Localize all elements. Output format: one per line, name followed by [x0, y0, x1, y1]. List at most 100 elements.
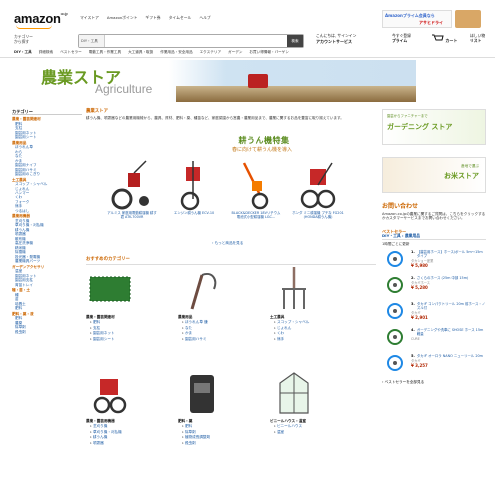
- bestseller-item[interactable]: 4. ガーデニングや洗車に SHOSE ホース 15m 軽量 CURE: [382, 328, 486, 350]
- page: { "header": { "logo": "amazon", "logo_su…: [0, 0, 495, 483]
- sidebar-item[interactable]: 園芸用シート: [12, 135, 82, 139]
- bestseller-rank: 5.: [411, 354, 415, 359]
- tiller-product[interactable]: BLACK&DECKER 18Vリチウム 電池式小型耕運機 LGC…: [230, 159, 282, 220]
- bestseller-name[interactable]: タカギ コンパクトリール 20m 前ホース・ノズル付: [417, 302, 486, 311]
- sidebar-item[interactable]: 農業機具パーツ: [12, 259, 82, 263]
- tiller-name[interactable]: BLACK&DECKER 18Vリチウム 電池式小型耕運機 LGC…: [230, 211, 282, 220]
- prime-menu[interactable]: 今すぐ登録 プライム: [392, 33, 411, 43]
- search-bar: DIY・工具 検索: [78, 34, 304, 48]
- rice-store-banner[interactable]: 産地で選ぶ お米ストア: [382, 157, 486, 193]
- category-cell[interactable]: 農業用品 ほうれん草 鎌 なた かま 園芸用ハサミ: [178, 265, 268, 342]
- sidebar-item[interactable]: 肥料: [12, 306, 82, 310]
- top-link-points[interactable]: Amazonポイント: [107, 15, 138, 21]
- search-category-select[interactable]: DIY・工具: [79, 35, 105, 47]
- sidebar-heading: カテゴリー: [12, 109, 82, 116]
- bestseller-header: 4. ガーデニングや洗車に SHOSE ホース 15m 軽量: [411, 328, 486, 337]
- sidebar-item[interactable]: つるはし: [12, 209, 82, 213]
- hose-reel-image: [382, 328, 408, 346]
- bestseller-rank: 2.: [411, 276, 415, 281]
- garden-tagline: 園芸からファニチャーまで: [387, 114, 428, 118]
- bestseller-price: ¥ 2,901: [411, 314, 428, 320]
- category-image: [86, 265, 176, 313]
- department-button[interactable]: カテゴリー から探す: [14, 34, 74, 44]
- logo-smile-icon: [16, 25, 52, 29]
- account-greeting: こんにちは, サインイン: [316, 33, 357, 38]
- rice-title: お米ストア: [444, 172, 479, 180]
- category-cell[interactable]: ビニールハウス・温室 ビニールハウス 温室: [270, 369, 360, 435]
- sidebar-item[interactable]: 殺虫剤: [12, 330, 82, 334]
- tiller-name[interactable]: ホンダ ミニ耕運機 プチな FG201 (HONDA耕うん機): [292, 211, 344, 220]
- tiller-product[interactable]: アルミス 家庭用電動耕運機 耕す君 ATK-700VR: [106, 159, 158, 220]
- category-link[interactable]: 殺虫剤: [178, 441, 268, 446]
- subnav: DIY・工具 詳細検索 ベストセラー 電動工具・作業工具 大工道具・取扱 作業用…: [0, 48, 495, 58]
- sidebar-item[interactable]: 育苗トレイ: [12, 283, 82, 287]
- subnav-carpentry[interactable]: 大工道具・取扱: [128, 50, 153, 54]
- amazon-logo[interactable]: amazonco.jp: [14, 11, 68, 26]
- category-cell[interactable]: 農業・園芸用機器 芝刈り機 草刈り機・刈払機 耕うん機 噴霧器: [86, 369, 176, 446]
- subnav-deals[interactable]: お買い得情報・バーゲン: [249, 50, 289, 54]
- sidebar-item[interactable]: 園芸用のこぎり: [12, 172, 82, 176]
- tiller-product[interactable]: ホンダ ミニ耕運機 プチな FG201 (HONDA耕うん機): [292, 159, 344, 220]
- header-ad[interactable]: Amazonプライム会員なら アサヒドライ: [382, 10, 452, 28]
- category-link[interactable]: 園芸用シート: [86, 337, 176, 342]
- top-link-help[interactable]: ヘルプ: [199, 15, 210, 21]
- category-title[interactable]: 農業用品: [178, 315, 268, 319]
- category-cell[interactable]: 農業・園芸関連材 肥料 支柱 園芸用ネット 園芸用シート: [86, 265, 176, 342]
- hose-reel-image: [382, 302, 408, 320]
- bestseller-price: ¥ 3,257: [411, 362, 428, 368]
- cart-button[interactable]: カート: [432, 34, 457, 43]
- category-link[interactable]: 園芸用ハサミ: [178, 337, 268, 342]
- bestseller-price: ¥ 5,980: [411, 262, 428, 268]
- search-button[interactable]: 検索: [287, 35, 303, 47]
- tractor-icon: [248, 74, 268, 88]
- gardening-store-banner[interactable]: 園芸からファニチャーまで ガーデニング ストア: [382, 109, 486, 145]
- category-cell[interactable]: 肥料・薬 肥料 除草剤 植物成長調整剤 殺虫剤: [178, 369, 268, 446]
- bestseller-name[interactable]: さくらのホース (25m 中部 15m): [417, 276, 468, 280]
- bestseller-header: 1. 【農芸用ホース】ホース/ボール 5m～15mタイプ: [411, 250, 486, 259]
- bestseller-subtitle[interactable]: DIY・工具 : 農業用品: [382, 233, 486, 240]
- subnav-advanced[interactable]: 詳細検索: [39, 50, 53, 54]
- subnav-garden[interactable]: ガーデン: [228, 50, 242, 54]
- bestseller-name[interactable]: 【農芸用ホース】ホース/ボール 5m～15mタイプ: [417, 250, 486, 259]
- category-sidebar: カテゴリー 農業・園芸関連材 肥料 支柱 園芸用ネット 園芸用シート 農業用品 ほうれん草わ…: [12, 109, 82, 334]
- ad-image[interactable]: [455, 10, 481, 28]
- bestseller-item[interactable]: 1. 【農芸用ホース】ホース/ボール 5m～15mタイプ タカショー産業 ¥ 5,98…: [382, 250, 486, 272]
- feature-title[interactable]: 耕うん機特集: [204, 135, 324, 146]
- tiller-name[interactable]: アルミス 家庭用電動耕運機 耕す君 ATK-700VR: [106, 211, 158, 220]
- bestseller-item[interactable]: 3. タカギ コンパクトリール 20m 前ホース・ノズル付 タカギ ¥ 2,901: [382, 302, 486, 324]
- category-title[interactable]: 農業・園芸関連材: [86, 315, 176, 319]
- top-link-timesale[interactable]: タイムセール: [169, 15, 192, 21]
- subnav-work-supplies[interactable]: 作業用品・安全用品: [160, 50, 192, 54]
- category-link[interactable]: 熊手: [270, 337, 360, 342]
- cart-icon: [432, 34, 444, 41]
- inquiry-title: お問い合わせ: [382, 203, 419, 210]
- category-title[interactable]: 農業・園芸用機器: [86, 419, 176, 423]
- bestseller-name[interactable]: タカギ オーロラ NANO ニューリール 20m: [417, 354, 483, 358]
- subnav-bestseller[interactable]: ベストセラー: [60, 50, 82, 54]
- category-title[interactable]: 土工農具: [270, 315, 360, 319]
- account-menu[interactable]: こんにちは, サインイン アカウントサービス: [316, 33, 380, 44]
- tiller-name[interactable]: エンジン耕うん機 ECV-10: [168, 211, 220, 215]
- category-link[interactable]: 温室: [270, 430, 360, 435]
- category-image: [86, 369, 176, 417]
- bestseller-name[interactable]: ガーデニングや洗車に SHOSE ホース 15m 軽量: [417, 328, 486, 337]
- category-title[interactable]: ビニールハウス・温室: [270, 419, 360, 423]
- more-products-link[interactable]: › もっと商品を見る: [212, 241, 243, 245]
- top-link-mystore[interactable]: マイストア: [80, 15, 99, 21]
- garden-title: ガーデニング ストア: [387, 123, 453, 131]
- top-link-giftcard[interactable]: ギフト券: [145, 15, 160, 21]
- subnav-exterior[interactable]: エクステリア: [200, 50, 221, 54]
- bestseller-item[interactable]: 5. タカギ オーロラ NANO ニューリール 20m タカギ ¥ 3,257: [382, 354, 486, 376]
- subnav-power-tools[interactable]: 電動工具・作業工具: [89, 50, 121, 54]
- bestseller-more-link[interactable]: › ベストセラーを全部見る: [382, 380, 486, 384]
- banner-subtitle: Agriculture: [95, 82, 153, 96]
- bestseller-item[interactable]: 2. さくらのホース (25m 中部 15m) タカギホース ¥ 5,280: [382, 276, 486, 298]
- bestseller-list: 1. 【農芸用ホース】ホース/ボール 5m～15mタイプ タカショー産業 ¥ 5,98…: [382, 250, 486, 384]
- category-title[interactable]: 肥料・薬: [178, 419, 268, 423]
- category-link[interactable]: 噴霧器: [86, 441, 176, 446]
- wishlist-menu[interactable]: ほしい物 リスト: [470, 33, 485, 43]
- category-cell[interactable]: 土工農具 スコップ・シャベル じょれん くわ 熊手: [270, 265, 360, 342]
- subnav-diy[interactable]: DIY・工具: [14, 50, 32, 54]
- category-image: [270, 265, 360, 313]
- tiller-product[interactable]: エンジン耕うん機 ECV-10: [168, 159, 220, 215]
